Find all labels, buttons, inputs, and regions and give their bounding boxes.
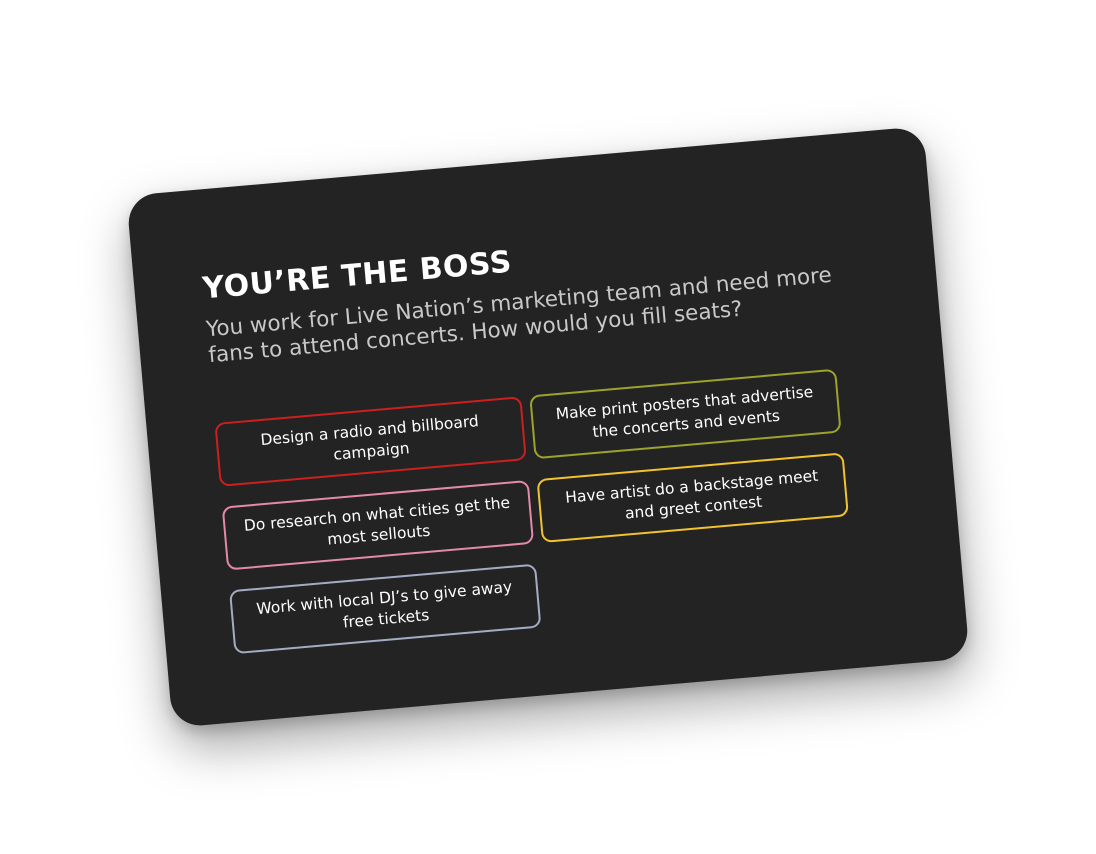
question-card: YOU’RE THE BOSS You work for Live Nation… bbox=[126, 126, 970, 728]
option-label: Have artist do a backstage meet and gree… bbox=[564, 466, 819, 523]
option-label: Make print posters that advertise the co… bbox=[554, 382, 814, 442]
option-label: Do research on what cities get the most … bbox=[243, 493, 511, 549]
stage: YOU’RE THE BOSS You work for Live Nation… bbox=[0, 0, 1096, 854]
option-label: Design a radio and billboard campaign bbox=[259, 412, 480, 464]
option-backstage-contest[interactable]: Have artist do a backstage meet and gree… bbox=[536, 452, 849, 543]
option-print-posters[interactable]: Make print posters that advertise the co… bbox=[529, 368, 842, 460]
option-research-sellouts[interactable]: Do research on what cities get the most … bbox=[221, 479, 535, 571]
option-local-djs[interactable]: Work with local DJ’s to give away free t… bbox=[229, 563, 542, 655]
option-radio-billboard-campaign[interactable]: Design a radio and billboard campaign bbox=[214, 396, 527, 487]
option-label: Work with local DJ’s to give away free t… bbox=[255, 577, 513, 632]
